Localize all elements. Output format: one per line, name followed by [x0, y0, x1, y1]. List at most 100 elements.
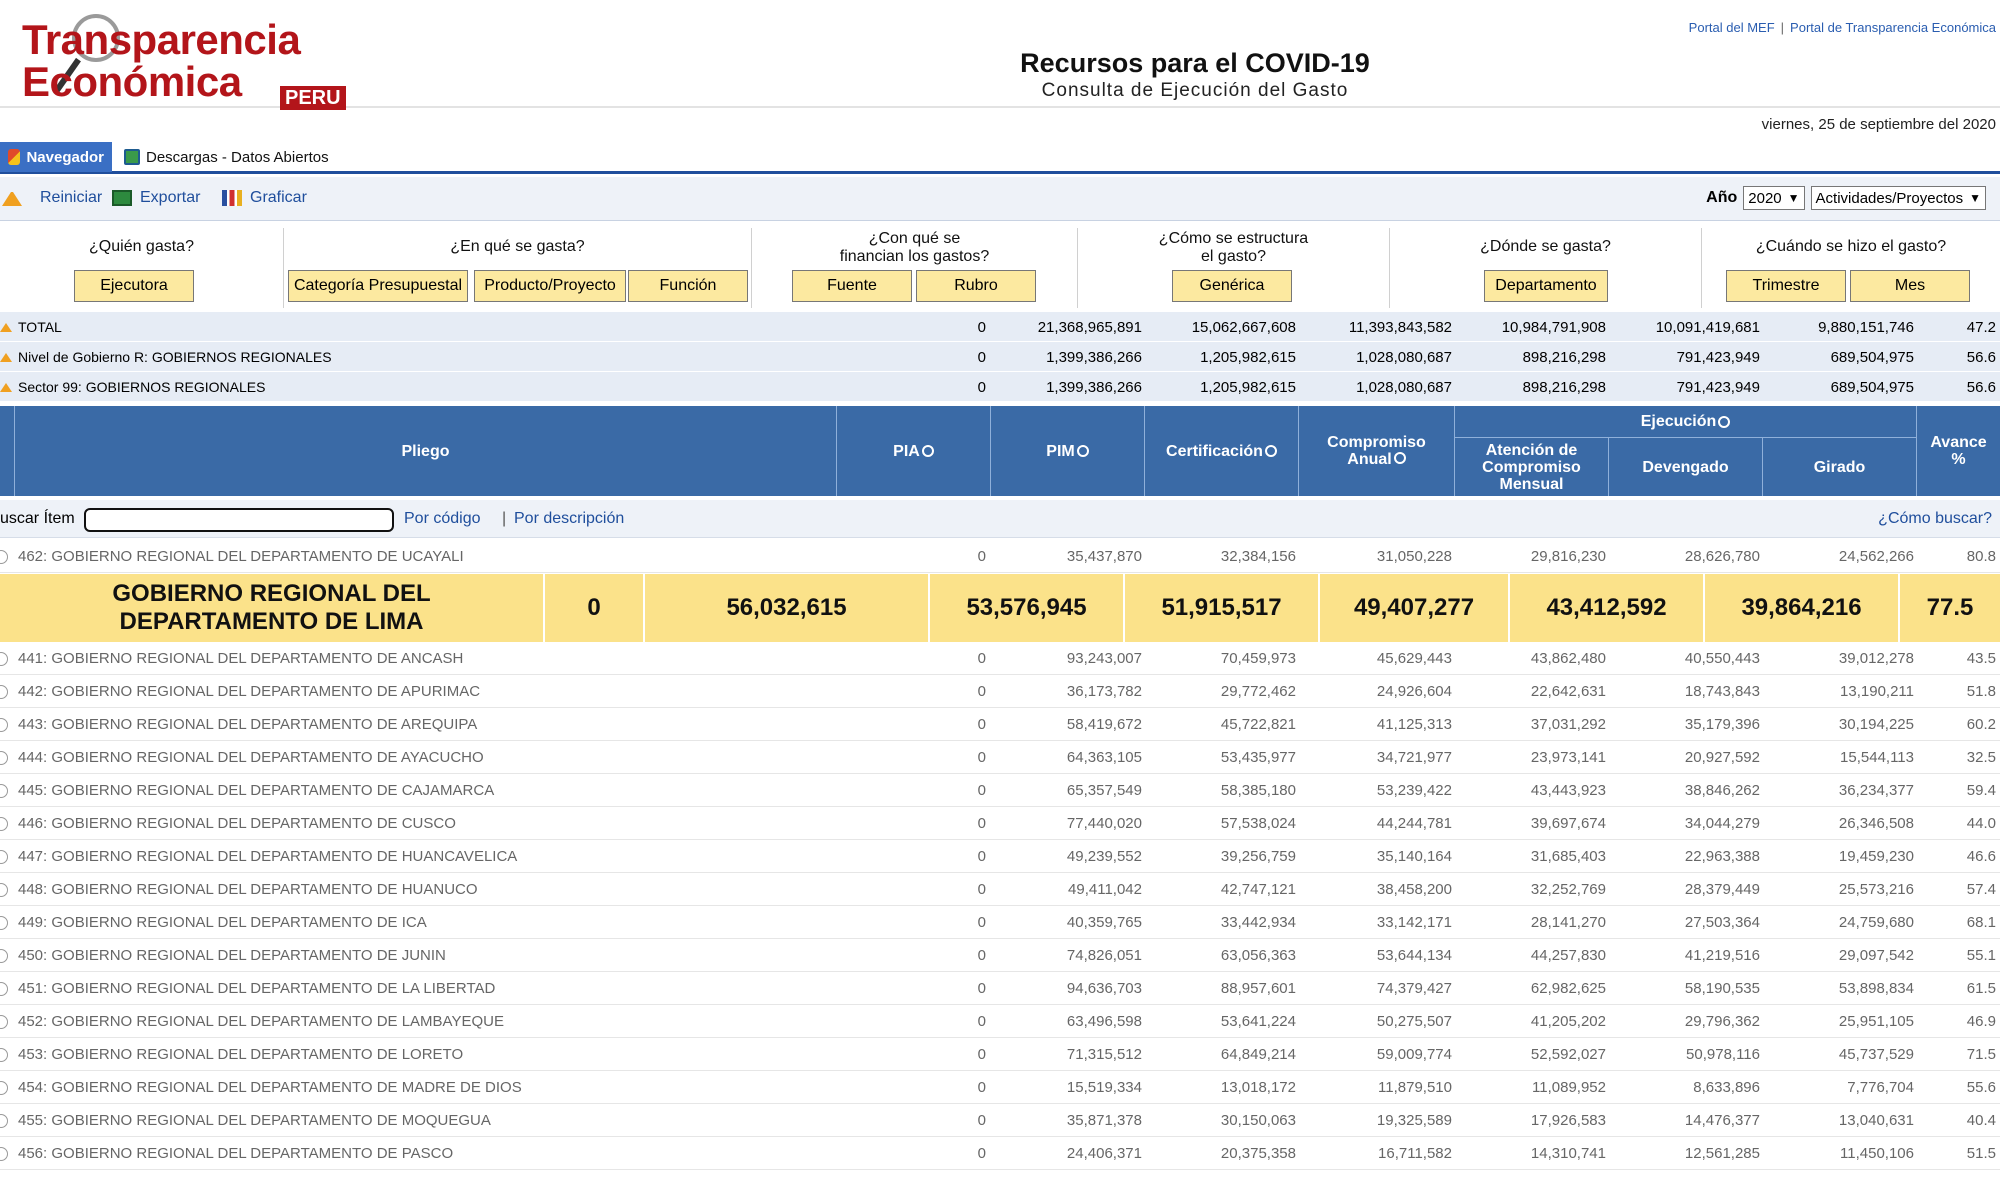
column-pliego[interactable]: Pliego	[14, 406, 836, 496]
table-row[interactable]: 446: GOBIERNO REGIONAL DEL DEPARTAMENTO …	[0, 807, 2000, 840]
column-girado[interactable]: Girado	[1762, 438, 1916, 496]
row-name: 446: GOBIERNO REGIONAL DEL DEPARTAMENTO …	[18, 815, 456, 832]
navigator-icon	[8, 149, 21, 165]
table-row[interactable]: 455: GOBIERNO REGIONAL DEL DEPARTAMENTO …	[0, 1104, 2000, 1137]
category-button[interactable]: Categoría Presupuestal	[288, 270, 468, 302]
table-row[interactable]: 442: GOBIERNO REGIONAL DEL DEPARTAMENTO …	[0, 675, 2000, 708]
generic-button[interactable]: Genérica	[1172, 270, 1292, 302]
row-radio[interactable]	[0, 850, 8, 864]
row-pia: 0	[977, 815, 986, 832]
row-av: 51.8	[1966, 683, 1996, 700]
row-comp: 35,140,164	[1376, 848, 1452, 865]
link-portal-transparencia[interactable]: Portal de Transparencia Económica	[1790, 20, 1996, 35]
table-row[interactable]: 453: GOBIERNO REGIONAL DEL DEPARTAMENTO …	[0, 1038, 2000, 1071]
row-aten: 11,089,952	[1532, 1079, 1606, 1096]
row-pia: 0	[977, 881, 986, 898]
summary-label: Sector 99: GOBIERNOS REGIONALES	[0, 379, 265, 395]
quarter-button[interactable]: Trimestre	[1726, 270, 1846, 302]
month-button[interactable]: Mes	[1850, 270, 1970, 302]
table-row[interactable]: 445: GOBIERNO REGIONAL DEL DEPARTAMENTO …	[0, 774, 2000, 807]
view-select[interactable]: Actividades/Proyectos ▼	[1810, 186, 1986, 210]
tab-navegador[interactable]: Navegador	[0, 142, 112, 172]
column-devengado[interactable]: Devengado	[1608, 438, 1762, 496]
column-atencion[interactable]: Atención de Compromiso Mensual	[1454, 438, 1608, 496]
row-radio[interactable]	[0, 1081, 8, 1095]
year-select[interactable]: 2020 ▼	[1743, 186, 1805, 210]
row-cert: 53,641,224	[1220, 1013, 1296, 1030]
row-radio[interactable]	[0, 949, 8, 963]
row-dev: 20,927,592	[1684, 749, 1760, 766]
column-compromiso[interactable]: Compromiso Anual	[1298, 406, 1454, 496]
row-radio[interactable]	[0, 784, 8, 798]
year-label: Año	[1706, 189, 1738, 206]
row-radio[interactable]	[0, 982, 8, 996]
table-row[interactable]: 441: GOBIERNO REGIONAL DEL DEPARTAMENTO …	[0, 642, 2000, 675]
table-row[interactable]: 448: GOBIERNO REGIONAL DEL DEPARTAMENTO …	[0, 873, 2000, 906]
row-name: 454: GOBIERNO REGIONAL DEL DEPARTAMENTO …	[18, 1079, 522, 1096]
chevron-down-icon: ▼	[1787, 191, 1800, 205]
column-certificacion[interactable]: Certificación	[1144, 406, 1298, 496]
row-radio[interactable]	[0, 1015, 8, 1029]
row-radio[interactable]	[0, 685, 8, 699]
row-radio[interactable]	[0, 883, 8, 897]
summary-comp: 1,028,080,687	[1356, 349, 1452, 366]
product-button[interactable]: Producto/Proyecto	[474, 270, 626, 302]
table-row[interactable]: 451: GOBIERNO REGIONAL DEL DEPARTAMENTO …	[0, 972, 2000, 1005]
highlighted-row-lima[interactable]: GOBIERNO REGIONAL DEL DEPARTAMENTO DE LI…	[0, 574, 2000, 642]
sort-icon	[1393, 452, 1406, 464]
row-radio[interactable]	[0, 817, 8, 831]
row-radio[interactable]	[0, 652, 8, 666]
summary-dev: 791,423,949	[1676, 349, 1760, 366]
row-dev: 28,379,449	[1684, 881, 1760, 898]
table-row[interactable]: 450: GOBIERNO REGIONAL DEL DEPARTAMENTO …	[0, 939, 2000, 972]
row-cert: 70,459,973	[1220, 650, 1296, 667]
how-to-search-link[interactable]: ¿Cómo buscar?	[1878, 510, 1992, 528]
function-button[interactable]: Función	[628, 270, 748, 302]
executor-button[interactable]: Ejecutora	[74, 270, 194, 302]
summary-pia: 0	[977, 319, 986, 336]
table-row[interactable]: 443: GOBIERNO REGIONAL DEL DEPARTAMENTO …	[0, 708, 2000, 741]
row-gir: 39,012,278	[1838, 650, 1914, 667]
link-portal-mef[interactable]: Portal del MEF	[1689, 20, 1775, 35]
summary-row-nivel[interactable]: Nivel de Gobierno R: GOBIERNOS REGIONALE…	[0, 342, 2000, 372]
row-radio[interactable]	[0, 718, 8, 732]
column-aten-label-2: Compromiso	[1482, 458, 1581, 476]
column-pia[interactable]: PIA	[836, 406, 990, 496]
summary-row-total[interactable]: TOTAL 0 21,368,965,891 15,062,667,608 11…	[0, 312, 2000, 342]
search-by-code-link[interactable]: Por código	[404, 510, 481, 528]
reset-button[interactable]: Reiniciar	[2, 189, 102, 207]
search-by-description-link[interactable]: Por descripción	[514, 510, 624, 528]
row-radio[interactable]	[0, 550, 8, 564]
row-radio[interactable]	[0, 1048, 8, 1062]
table-row[interactable]: 456: GOBIERNO REGIONAL DEL DEPARTAMENTO …	[0, 1137, 2000, 1170]
summary-gir: 9,880,151,746	[1818, 319, 1914, 336]
column-pim-label: PIM	[1046, 442, 1075, 460]
table-row[interactable]: 452: GOBIERNO REGIONAL DEL DEPARTAMENTO …	[0, 1005, 2000, 1038]
table-row[interactable]: 462: GOBIERNO REGIONAL DEL DEPARTAMENTO …	[0, 540, 2000, 573]
row-name: 445: GOBIERNO REGIONAL DEL DEPARTAMENTO …	[18, 782, 495, 799]
summary-comp: 11,393,843,582	[1348, 319, 1452, 336]
rubro-button[interactable]: Rubro	[916, 270, 1036, 302]
table-row[interactable]: 444: GOBIERNO REGIONAL DEL DEPARTAMENTO …	[0, 741, 2000, 774]
table-row[interactable]: 449: GOBIERNO REGIONAL DEL DEPARTAMENTO …	[0, 906, 2000, 939]
column-pim[interactable]: PIM	[990, 406, 1144, 496]
search-input[interactable]	[84, 508, 394, 532]
graph-button[interactable]: Graficar	[222, 189, 307, 207]
row-radio[interactable]	[0, 751, 8, 765]
tab-descargas[interactable]: Descargas - Datos Abiertos	[116, 142, 337, 172]
row-radio[interactable]	[0, 916, 8, 930]
source-button[interactable]: Fuente	[792, 270, 912, 302]
table-row[interactable]: 447: GOBIERNO REGIONAL DEL DEPARTAMENTO …	[0, 840, 2000, 873]
group-funding: ¿Con qué se financian los gastos? Fuente…	[752, 228, 1078, 308]
row-radio[interactable]	[0, 1147, 8, 1161]
row-av: 46.6	[1966, 848, 1996, 865]
table-row[interactable]: 454: GOBIERNO REGIONAL DEL DEPARTAMENTO …	[0, 1071, 2000, 1104]
row-av: 59.4	[1966, 782, 1996, 799]
department-button[interactable]: Departamento	[1484, 270, 1608, 302]
row-av: 68.1	[1966, 914, 1996, 931]
row-radio[interactable]	[0, 1114, 8, 1128]
summary-row-sector[interactable]: Sector 99: GOBIERNOS REGIONALES 0 1,399,…	[0, 372, 2000, 402]
row-name: 447: GOBIERNO REGIONAL DEL DEPARTAMENTO …	[18, 848, 518, 865]
export-button[interactable]: Exportar	[112, 189, 200, 207]
column-avance[interactable]: Avance%	[1916, 406, 2000, 496]
